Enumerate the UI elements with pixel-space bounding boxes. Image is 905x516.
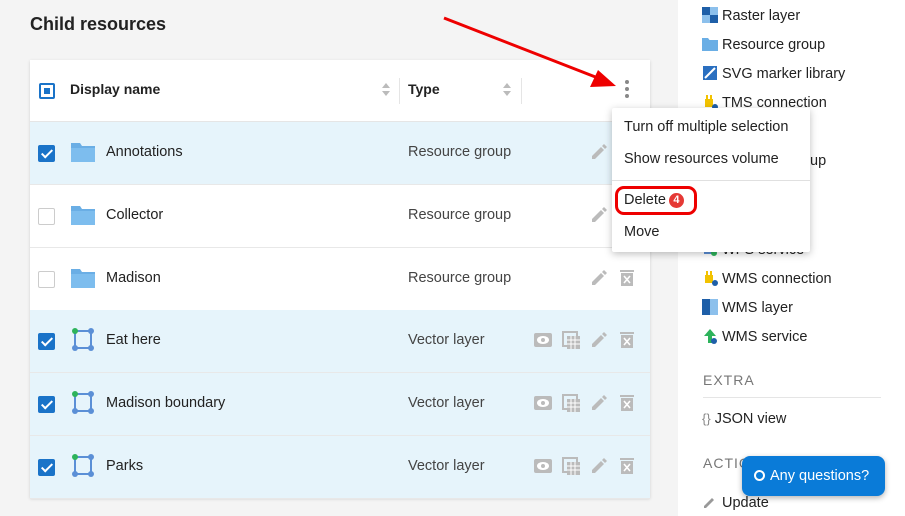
pencil-icon (704, 498, 714, 508)
resource-type: Resource group (408, 144, 512, 160)
sidebar-item-json-view[interactable]: {} JSON view (702, 411, 786, 427)
sidebar-item-label: Resource group (722, 37, 826, 53)
resource-name[interactable]: Collector (106, 207, 163, 223)
sidebar-item-label: JSON view (714, 411, 787, 427)
sidebar-item-label: Update (722, 495, 769, 511)
row-checkbox[interactable] (38, 459, 55, 476)
folder-icon (702, 38, 718, 51)
more-options-menu: Turn off multiple selection Show resourc… (612, 108, 810, 252)
sidebar-item-svg-marker-library[interactable]: SVG marker library (702, 65, 845, 82)
preview-icon[interactable] (533, 456, 553, 476)
menu-item-turn-off-multiple-selection[interactable]: Turn off multiple selection (624, 119, 788, 135)
column-divider (521, 78, 522, 104)
edit-icon[interactable] (589, 142, 609, 162)
sidebar-item-label: up (810, 153, 827, 169)
sidebar-item-partial[interactable]: up (810, 153, 826, 169)
menu-item-move[interactable]: Move (624, 224, 659, 240)
wms-layer-icon (702, 299, 718, 315)
menu-item-show-resources-volume[interactable]: Show resources volume (624, 151, 779, 167)
edit-icon[interactable] (589, 330, 609, 350)
table-icon[interactable] (561, 456, 581, 476)
resource-name[interactable]: Madison (106, 270, 161, 286)
resource-type: Vector layer (408, 458, 485, 474)
sidebar-item-label: SVG marker library (722, 66, 846, 82)
row-checkbox[interactable] (38, 145, 55, 162)
table-row[interactable]: Parks Vector layer (30, 436, 650, 499)
edit-icon[interactable] (589, 456, 609, 476)
edit-icon[interactable] (589, 393, 609, 413)
help-button[interactable]: Any questions? (742, 456, 885, 496)
sidebar-item-resource-group[interactable]: Resource group (702, 36, 825, 53)
resource-name[interactable]: Parks (106, 458, 143, 474)
folder-icon (71, 269, 95, 288)
divider (703, 397, 881, 398)
resource-name[interactable]: Eat here (106, 332, 161, 348)
menu-divider (612, 180, 810, 181)
table-row[interactable]: Collector Resource group (30, 185, 650, 248)
delete-icon[interactable] (617, 268, 637, 288)
delete-icon[interactable] (617, 456, 637, 476)
sidebar-item-wms-layer[interactable]: WMS layer (702, 299, 793, 316)
plug-icon (705, 271, 718, 286)
delete-icon[interactable] (617, 393, 637, 413)
chat-icon (754, 470, 765, 481)
child-resources-table: Display name Type Annotations Resource g… (30, 60, 650, 499)
column-header-display-name[interactable]: Display name (70, 81, 160, 97)
edit-icon[interactable] (589, 268, 609, 288)
table-header: Display name Type (30, 60, 650, 122)
resource-name[interactable]: Annotations (106, 144, 183, 160)
delete-icon[interactable] (617, 330, 637, 350)
edit-icon[interactable] (589, 205, 609, 225)
table-row[interactable]: Eat here Vector layer (30, 310, 650, 373)
more-options-icon[interactable] (624, 80, 630, 100)
svg-marker-library-icon (703, 66, 717, 80)
vector-layer-icon (72, 328, 94, 351)
sidebar-item-raster-layer[interactable]: Raster layer (702, 7, 800, 24)
table-row[interactable]: Madison boundary Vector layer (30, 373, 650, 436)
sort-icon[interactable] (382, 82, 392, 98)
sidebar-item-update[interactable]: Update (702, 494, 769, 511)
preview-icon[interactable] (533, 393, 553, 413)
sidebar-heading-extra: EXTRA (703, 372, 755, 388)
sidebar-item-label: WMS connection (722, 271, 832, 287)
table-row[interactable]: Annotations Resource group (30, 122, 650, 185)
row-checkbox[interactable] (38, 271, 55, 288)
resource-type: Vector layer (408, 395, 485, 411)
vector-layer-icon (72, 391, 94, 414)
sidebar-item-label: WMS service (722, 329, 808, 345)
column-divider (399, 78, 400, 104)
sidebar-item-wms-connection[interactable]: WMS connection (702, 270, 832, 287)
resource-name[interactable]: Madison boundary (106, 395, 225, 411)
row-checkbox[interactable] (38, 333, 55, 350)
folder-icon (71, 206, 95, 225)
braces-icon: {} (702, 411, 711, 426)
sidebar-item-label: WMS layer (722, 300, 793, 316)
wms-service-icon (704, 329, 717, 344)
table-row[interactable]: Madison Resource group (30, 248, 650, 311)
resource-type: Vector layer (408, 332, 485, 348)
sidebar-item-label: Raster layer (722, 8, 801, 24)
row-checkbox[interactable] (38, 208, 55, 225)
help-label: Any questions? (770, 468, 870, 484)
row-checkbox[interactable] (38, 396, 55, 413)
column-header-type[interactable]: Type (408, 81, 440, 97)
resource-type: Resource group (408, 270, 512, 286)
annotation-highlight (615, 186, 697, 215)
folder-icon (71, 143, 95, 162)
sidebar: Raster layer Resource group SVG marker l… (678, 0, 905, 516)
preview-icon[interactable] (533, 330, 553, 350)
vector-layer-icon (72, 454, 94, 477)
page-title: Child resources (30, 14, 167, 34)
sort-icon[interactable] (503, 82, 513, 98)
table-icon[interactable] (561, 330, 581, 350)
raster-layer-icon (702, 7, 718, 23)
resource-type: Resource group (408, 207, 512, 223)
table-icon[interactable] (561, 393, 581, 413)
sidebar-item-wms-service[interactable]: WMS service (702, 328, 807, 345)
select-all-checkbox[interactable] (39, 83, 55, 99)
